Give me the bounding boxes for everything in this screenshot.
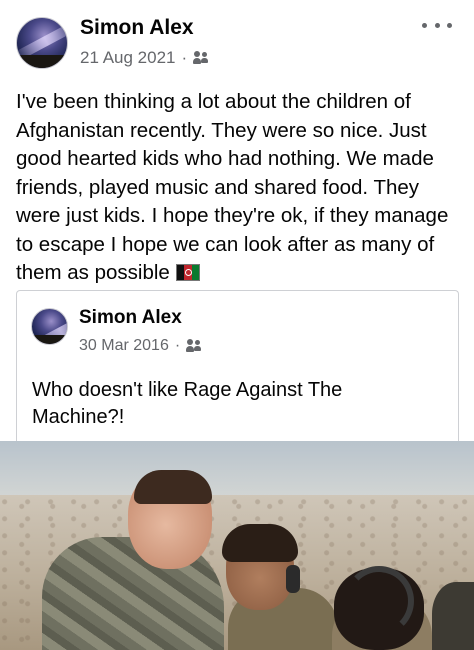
- author-avatar[interactable]: [16, 17, 68, 69]
- post-text: I've been thinking a lot about the child…: [16, 88, 462, 288]
- post-date[interactable]: 21 Aug 2021: [80, 48, 175, 68]
- post-text-line: Afghanistan recently. They were so nice.…: [16, 118, 427, 142]
- post-text-line: good hearted kids who had nothing. We ma…: [16, 147, 434, 170]
- afghanistan-flag-icon: [175, 264, 200, 281]
- post-text-line: to escape I hope we can look after as ma…: [16, 232, 435, 256]
- friends-icon: [193, 51, 209, 65]
- post-meta: 21 Aug 2021 ·: [80, 48, 209, 68]
- shared-text-line: Who doesn't like Rage Against The: [32, 379, 343, 401]
- post-text-line: them as possible: [16, 261, 170, 284]
- post-text-last-line: them as possible: [16, 259, 462, 288]
- post-text-line: were just kids. I hope they're ok, if th…: [16, 204, 449, 227]
- post-text-line: friends, played music and shared food. T…: [16, 175, 420, 199]
- shared-text-line: Machine?!: [32, 406, 125, 428]
- photo-child-hair: [222, 524, 298, 562]
- post-text-line: I've been thinking a lot about the child…: [16, 90, 411, 113]
- more-options-icon[interactable]: [422, 16, 452, 34]
- post-header: Simon Alex 21 Aug 2021 ·: [16, 14, 458, 70]
- avatar-ground: [32, 335, 67, 344]
- photo-headphones: [344, 566, 414, 636]
- photo-sky: [0, 441, 474, 499]
- meta-separator: ·: [174, 337, 181, 354]
- photo-child-partial: [432, 582, 474, 650]
- shared-post-header: Simon Alex 30 Mar 2016 ·: [31, 305, 431, 357]
- shared-post-text: Who doesn't like Rage Against The Machin…: [32, 377, 452, 431]
- shared-post-meta: 30 Mar 2016 ·: [79, 337, 202, 355]
- shared-post-date[interactable]: 30 Mar 2016: [79, 337, 169, 355]
- shared-author-name[interactable]: Simon Alex: [79, 307, 182, 329]
- avatar-ground: [17, 55, 67, 68]
- friends-icon: [186, 339, 202, 353]
- shared-author-avatar[interactable]: [31, 308, 68, 345]
- meta-separator: ·: [181, 48, 188, 67]
- photo-headphones: [286, 565, 300, 593]
- author-name[interactable]: Simon Alex: [80, 16, 194, 40]
- photo-soldier-hair: [134, 470, 212, 504]
